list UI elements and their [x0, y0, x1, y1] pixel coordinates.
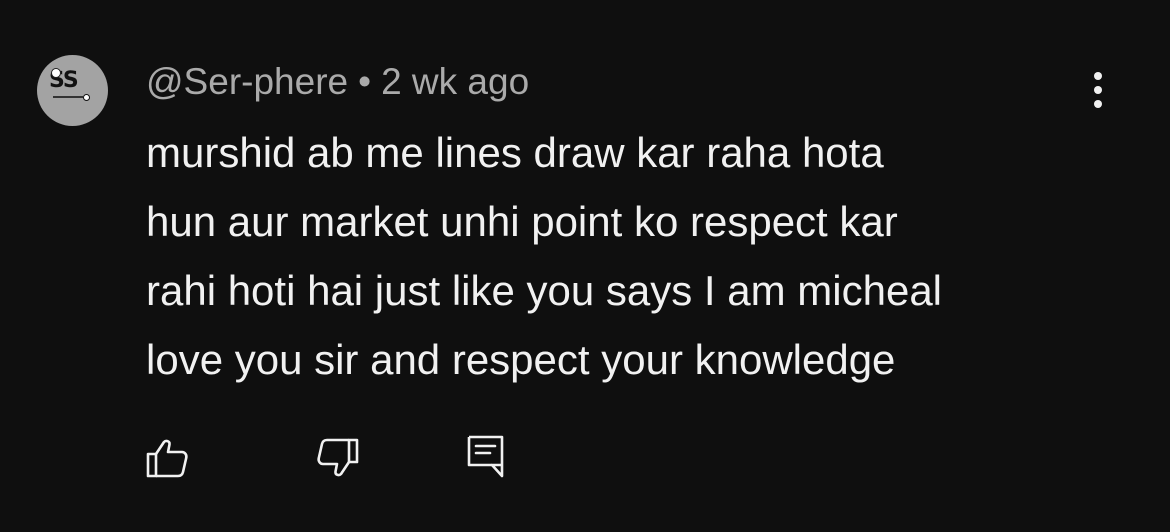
- comment-item: SS @Ser-phere • 2 wk ago murshid ab me lin…: [0, 0, 1170, 532]
- more-vertical-icon: [1094, 72, 1102, 80]
- avatar-subtitle-line: [53, 96, 83, 98]
- avatar-ring-decoration: [83, 94, 90, 101]
- more-vertical-icon-dot: [1094, 86, 1102, 94]
- more-vertical-icon-dot: [1094, 100, 1102, 108]
- comment-meta: @Ser-phere • 2 wk ago: [146, 60, 529, 104]
- avatar-dot-decoration: [51, 68, 61, 78]
- more-options-button[interactable]: [1082, 70, 1116, 110]
- like-button[interactable]: [144, 434, 192, 482]
- comment-text-line: love you sir and respect your knowledge: [146, 336, 896, 383]
- thumbs-down-icon: [317, 438, 359, 477]
- avatar[interactable]: SS: [37, 55, 108, 126]
- comment-text-line: rahi hoti hai just like you says I am mi…: [146, 267, 943, 314]
- comment-text: murshid ab me lines draw kar raha hota h…: [146, 118, 1106, 394]
- meta-separator: •: [358, 61, 372, 102]
- comment-text-line: murshid ab me lines draw kar raha hota: [146, 129, 884, 176]
- timestamp[interactable]: 2 wk ago: [381, 61, 529, 102]
- reply-comment-icon: [467, 435, 504, 478]
- reply-button[interactable]: [462, 434, 510, 482]
- author-handle[interactable]: @Ser-phere: [146, 61, 348, 102]
- dislike-button[interactable]: [313, 434, 361, 482]
- thumbs-up-icon: [146, 439, 188, 478]
- comment-text-line: hun aur market unhi point ko respect kar: [146, 198, 898, 245]
